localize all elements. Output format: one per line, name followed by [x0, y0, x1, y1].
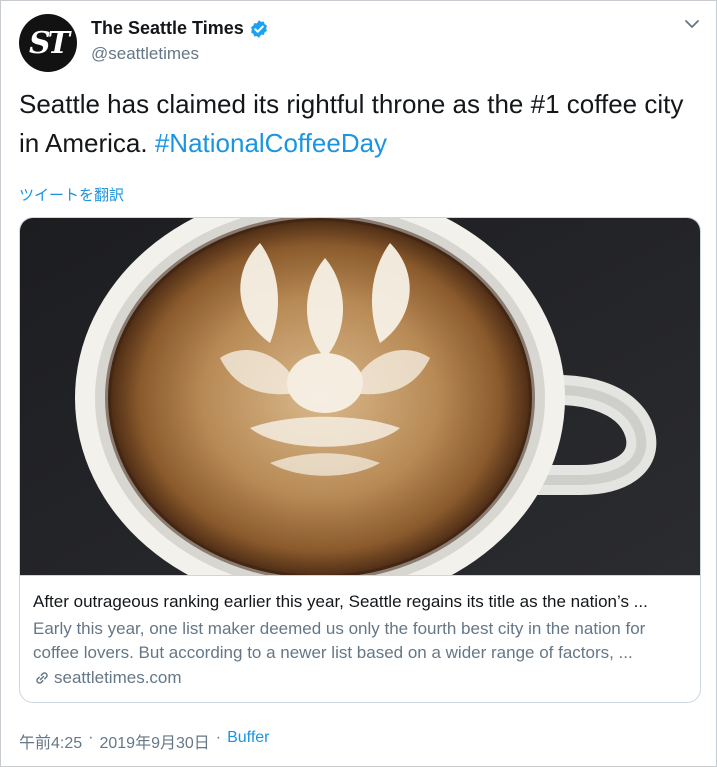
tweet-time[interactable]: 午前4:25 — [19, 729, 82, 753]
account-name[interactable]: The Seattle Times — [91, 18, 244, 39]
avatar[interactable]: ST — [19, 14, 77, 72]
card-description: Early this year, one list maker deemed u… — [33, 619, 646, 662]
tweet-metadata: 午前4:25 · 2019年9月30日 · Buffer — [19, 729, 270, 753]
meta-separator: · — [215, 729, 222, 746]
card-image-latte — [20, 218, 700, 575]
card-divider — [20, 575, 700, 576]
card-domain: seattletimes.com — [54, 668, 182, 687]
translate-tweet-link[interactable]: ツイートを翻訳 — [19, 184, 124, 205]
tweet-text: Seattle has claimed its rightful throne … — [19, 85, 699, 163]
verified-badge-icon — [250, 19, 267, 38]
tweet-card: ST The Seattle Times @seattletimes Seatt… — [0, 0, 717, 767]
card-domain-row[interactable]: seattletimes.com — [33, 668, 182, 688]
tweet-source-link[interactable]: Buffer — [227, 729, 269, 753]
link-preview-card[interactable]: After outrageous ranking earlier this ye… — [19, 217, 701, 703]
tweet-date[interactable]: 2019年9月30日 — [99, 729, 209, 753]
meta-separator: · — [88, 729, 94, 746]
card-title[interactable]: After outrageous ranking earlier this ye… — [33, 592, 693, 612]
avatar-logo-text: ST — [29, 25, 70, 61]
account-name-row[interactable]: The Seattle Times — [91, 18, 269, 39]
hashtag-link[interactable]: #NationalCoffeeDay — [155, 128, 387, 158]
link-icon — [36, 672, 48, 684]
chevron-down-icon[interactable] — [683, 15, 701, 33]
account-handle[interactable]: @seattletimes — [91, 44, 199, 64]
